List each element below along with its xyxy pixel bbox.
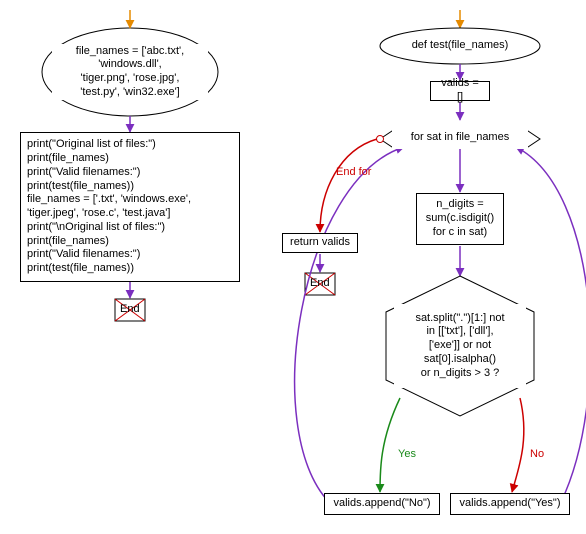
append-yes-rect: valids.append("Yes") (450, 493, 570, 515)
init-valids-rect: valids = [] (430, 81, 490, 101)
arrow-yes-to-append-no (380, 398, 400, 492)
no-label: No (530, 448, 544, 460)
end-label-left: End (120, 303, 140, 315)
loop-exit-dot (377, 136, 384, 143)
decision-text: sat.split(".")[1:] not in [['txt'], ['dl… (394, 304, 526, 388)
def-node-text: def test(file_names) (394, 38, 526, 54)
ndigits-rect: n_digits = sum(c.isdigit() for c in sat) (416, 193, 504, 245)
yes-label: Yes (398, 448, 416, 460)
arrow-endfor-to-return (320, 139, 377, 232)
loop-header-text: for sat in file_names (392, 127, 528, 149)
code-block-left: print("Original list of files:") print(f… (20, 132, 240, 282)
start-node-text: file_names = ['abc.txt', 'windows.dll', … (52, 44, 208, 100)
end-label-right: End (310, 277, 330, 289)
endfor-label: End for (336, 166, 371, 178)
append-no-rect: valids.append("No") (324, 493, 440, 515)
return-rect: return valids (282, 233, 358, 253)
arrow-no-to-append-yes (512, 398, 524, 492)
